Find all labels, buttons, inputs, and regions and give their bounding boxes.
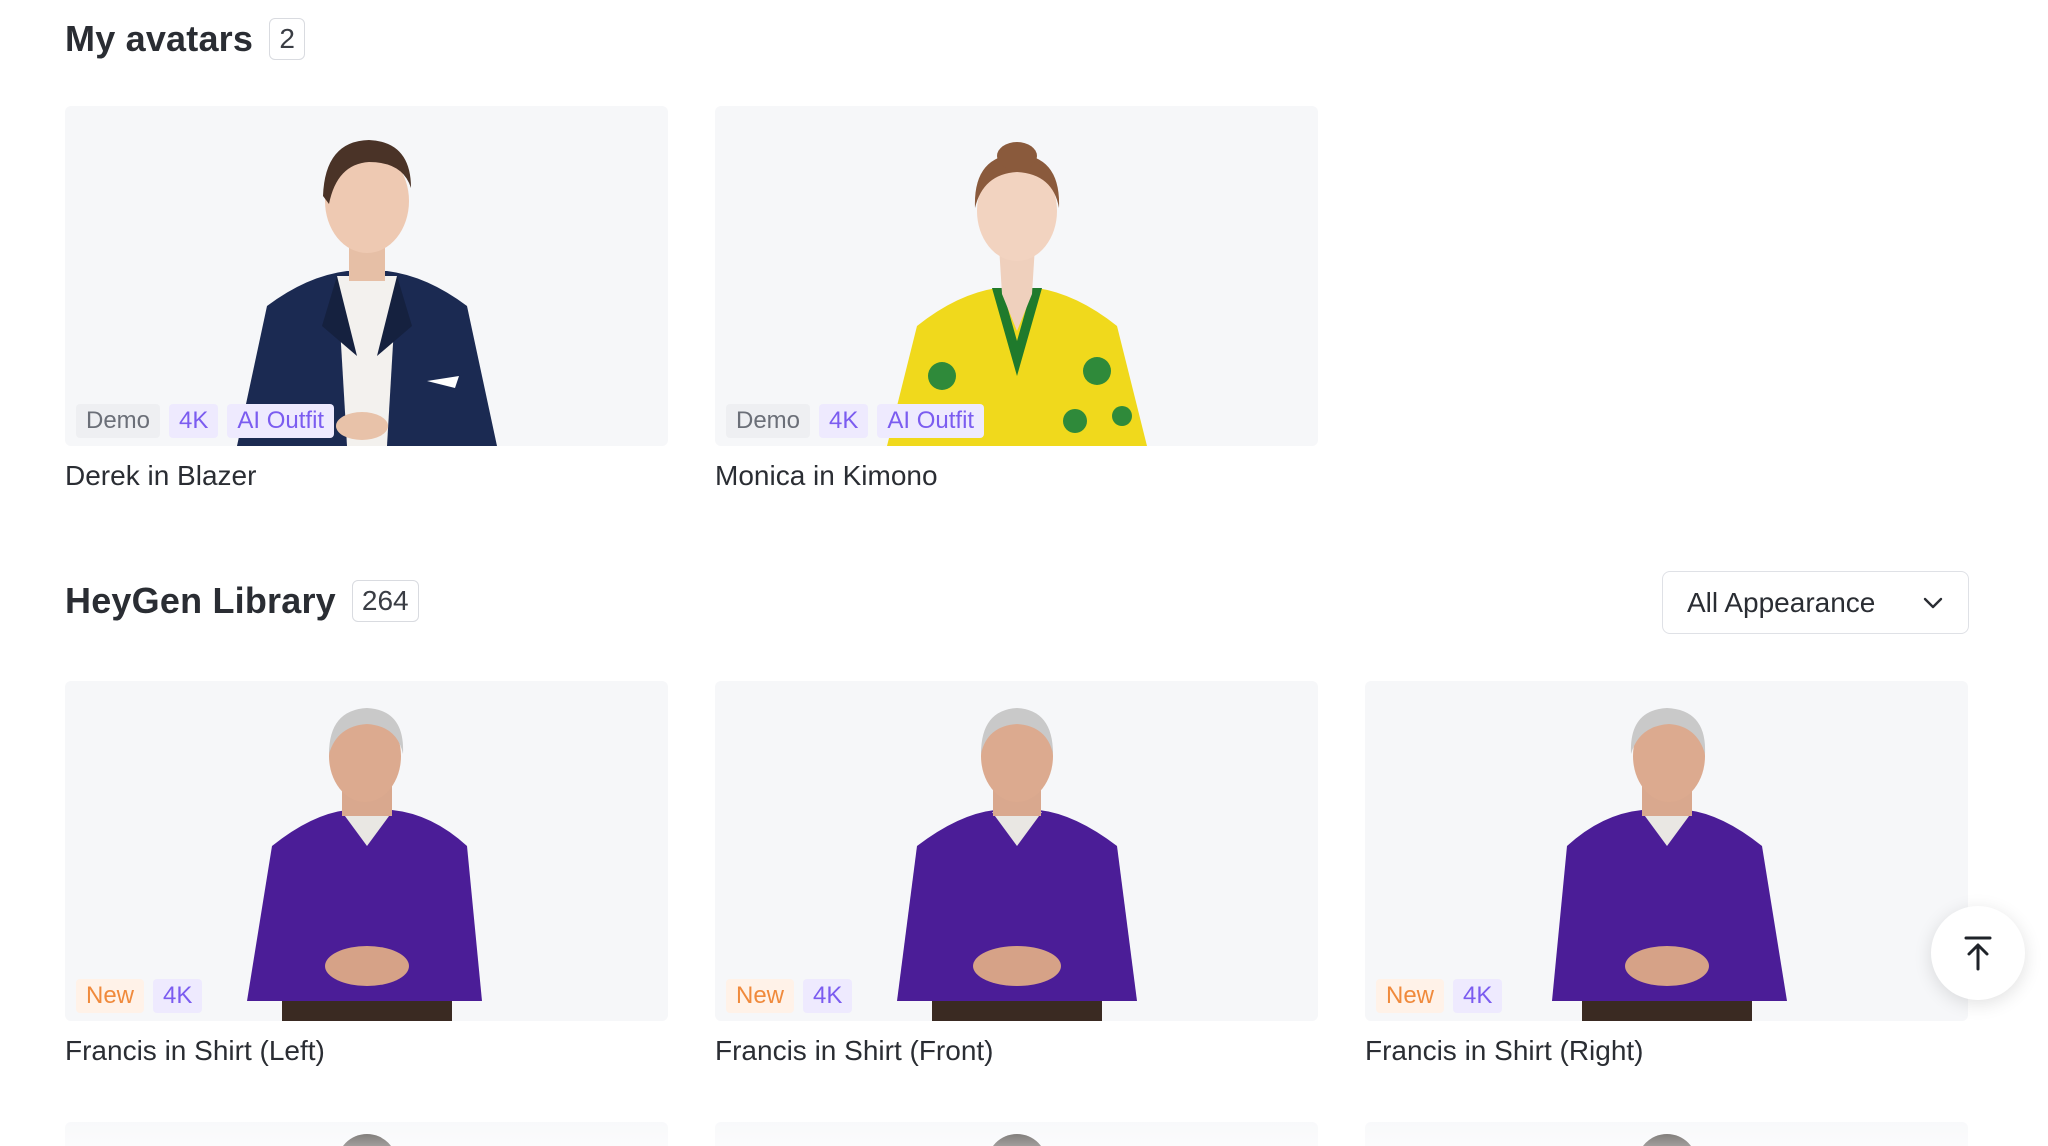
- avatar-image: [1551, 708, 1787, 1021]
- avatar-browser: My avatars 2 Demo 4K AI Outfit Derek in …: [0, 0, 2048, 1146]
- tag-list: New 4K: [1376, 979, 1503, 1013]
- avatar-image: [1636, 1134, 1697, 1146]
- library-header: HeyGen Library 264: [65, 580, 419, 622]
- ai-outfit-tag: AI Outfit: [877, 404, 985, 438]
- appearance-filter-dropdown[interactable]: All Appearance: [1662, 571, 1969, 634]
- avatar-image: [886, 142, 1147, 446]
- tag-list: New 4K: [726, 979, 853, 1013]
- avatar-thumbnail[interactable]: Demo 4K AI Outfit: [715, 106, 1318, 446]
- demo-tag: Demo: [726, 404, 811, 438]
- avatar-name[interactable]: Francis in Shirt (Left): [65, 1035, 668, 1067]
- avatar-image: [246, 708, 482, 1021]
- dropdown-value: All Appearance: [1687, 586, 1876, 618]
- 4k-tag: 4K: [153, 979, 203, 1013]
- avatar-card-francis-front[interactable]: New 4K Francis in Shirt (Front): [715, 681, 1318, 1067]
- 4k-tag: 4K: [819, 404, 869, 438]
- avatar-card-derek[interactable]: Demo 4K AI Outfit Derek in Blazer: [65, 106, 668, 492]
- avatar-name[interactable]: Francis in Shirt (Front): [715, 1035, 1318, 1067]
- 4k-tag: 4K: [803, 979, 853, 1013]
- avatar-card-francis-right[interactable]: New 4K Francis in Shirt (Right): [1365, 681, 1968, 1067]
- avatar-thumbnail[interactable]: New 4K: [65, 681, 668, 1021]
- avatar-card-peek[interactable]: [715, 1122, 1318, 1146]
- avatar-image: [896, 708, 1137, 1021]
- section-title: My avatars: [65, 18, 254, 59]
- avatar-image: [236, 140, 497, 446]
- avatar-thumbnail[interactable]: New 4K: [715, 681, 1318, 1021]
- demo-tag: Demo: [76, 404, 161, 438]
- tag-list: Demo 4K AI Outfit: [726, 404, 985, 438]
- avatar-name[interactable]: Francis in Shirt (Right): [1365, 1035, 1968, 1067]
- avatar-thumbnail[interactable]: Demo 4K AI Outfit: [65, 106, 668, 446]
- count-badge: 264: [351, 580, 419, 622]
- tag-list: Demo 4K AI Outfit: [76, 404, 335, 438]
- tag-list: New 4K: [76, 979, 203, 1013]
- 4k-tag: 4K: [1453, 979, 1503, 1013]
- avatar-card-peek[interactable]: [65, 1122, 668, 1146]
- arrow-up-to-top-icon: [1964, 936, 1992, 971]
- new-tag: New: [1376, 979, 1445, 1013]
- avatar-name[interactable]: Derek in Blazer: [65, 460, 668, 492]
- scroll-to-top-button[interactable]: [1931, 906, 2025, 1000]
- ai-outfit-tag: AI Outfit: [227, 404, 335, 438]
- avatar-image: [336, 1134, 397, 1146]
- chevron-down-icon: [1923, 597, 1943, 608]
- avatar-name[interactable]: Monica in Kimono: [715, 460, 1318, 492]
- avatar-card-peek[interactable]: [1365, 1122, 1968, 1146]
- avatar-thumbnail[interactable]: New 4K: [1365, 681, 1968, 1021]
- 4k-tag: 4K: [169, 404, 219, 438]
- new-tag: New: [726, 979, 795, 1013]
- avatar-card-francis-left[interactable]: New 4K Francis in Shirt (Left): [65, 681, 668, 1067]
- section-title: HeyGen Library: [65, 580, 336, 621]
- avatar-card-monica[interactable]: Demo 4K AI Outfit Monica in Kimono: [715, 106, 1318, 492]
- new-tag: New: [76, 979, 145, 1013]
- count-badge: 2: [269, 18, 306, 60]
- my-avatars-header: My avatars 2: [65, 18, 306, 60]
- avatar-image: [986, 1134, 1047, 1146]
